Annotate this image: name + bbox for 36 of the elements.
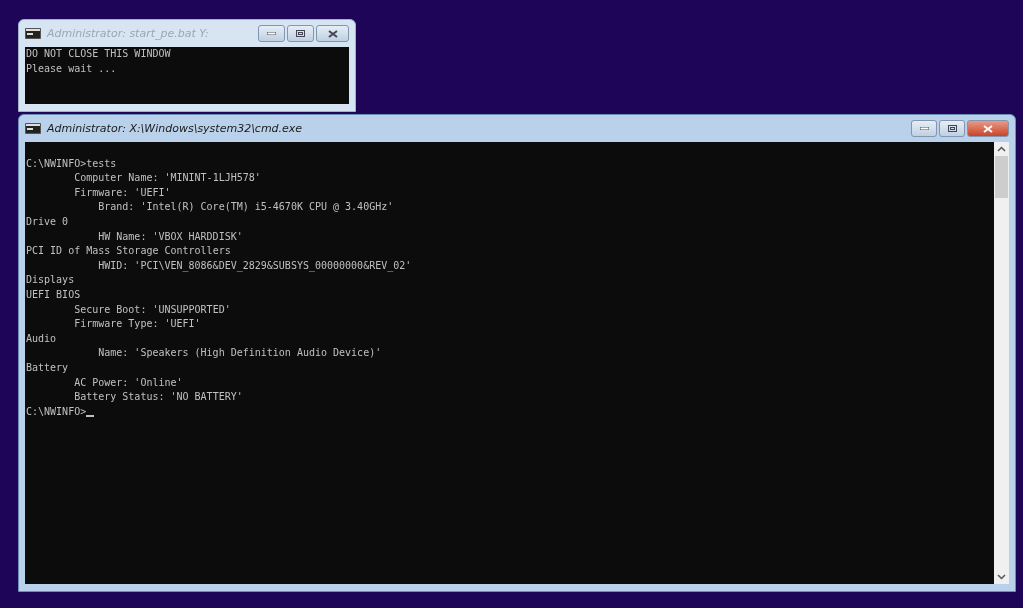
minimize-icon	[919, 127, 929, 130]
console-line: Audio	[26, 331, 57, 346]
window-title: Administrator: X:\Windows\system32\cmd.exe	[47, 122, 304, 135]
maximize-button[interactable]	[939, 120, 965, 137]
console-line: Battery	[26, 360, 69, 375]
close-icon	[983, 124, 993, 133]
console-line: Firmware Type: 'UEFI'	[74, 317, 201, 332]
restore-icon	[947, 125, 957, 132]
console-line: Secure Boot: 'UNSUPPORTED'	[74, 302, 231, 317]
console-icon	[25, 123, 41, 134]
console-line: Brand: 'Intel(R) Core(TM) i5-4670K CPU @ 3.40GHz'	[98, 200, 394, 215]
close-icon	[327, 29, 338, 38]
console-line: Battery Status: 'NO BATTERY'	[74, 390, 243, 405]
console-icon	[25, 28, 41, 39]
console-line: UEFI BIOS	[26, 287, 81, 302]
console-line: C:\NWINFO>	[26, 404, 87, 419]
console-line: DO NOT CLOSE THIS WINDOW	[26, 47, 171, 61]
console-line: Firmware: 'UEFI'	[74, 185, 171, 200]
console-line: C:\NWINFO>tests	[26, 156, 117, 171]
console-line: HWID: 'PCI\VEN_8086&DEV_2829&SUBSYS_00000000&REV_02'	[98, 258, 412, 274]
minimize-icon	[267, 32, 276, 35]
window-title: Administrator: start_pe.bat Y:	[47, 27, 210, 40]
close-button[interactable]	[316, 25, 349, 42]
maximize-button[interactable]	[287, 25, 314, 42]
console-line: Name: 'Speakers (High Definition Audio Device)'	[98, 346, 382, 361]
restore-icon	[296, 30, 305, 37]
console-line: Displays	[26, 273, 75, 288]
console-line: HW Name: 'VBOX HARDDISK'	[98, 229, 243, 244]
console-line: AC Power: 'Online'	[74, 375, 183, 390]
close-button[interactable]	[967, 120, 1009, 137]
console-line: Please wait ...	[26, 61, 117, 76]
scrollbar[interactable]	[994, 142, 1009, 584]
console-line: Computer Name: 'MININT-1LJH578'	[74, 171, 261, 186]
console-line: Drive 0	[26, 214, 69, 229]
console-line: PCI ID of Mass Storage Controllers	[26, 244, 231, 259]
scrollbar-thumb[interactable]	[995, 156, 1008, 198]
